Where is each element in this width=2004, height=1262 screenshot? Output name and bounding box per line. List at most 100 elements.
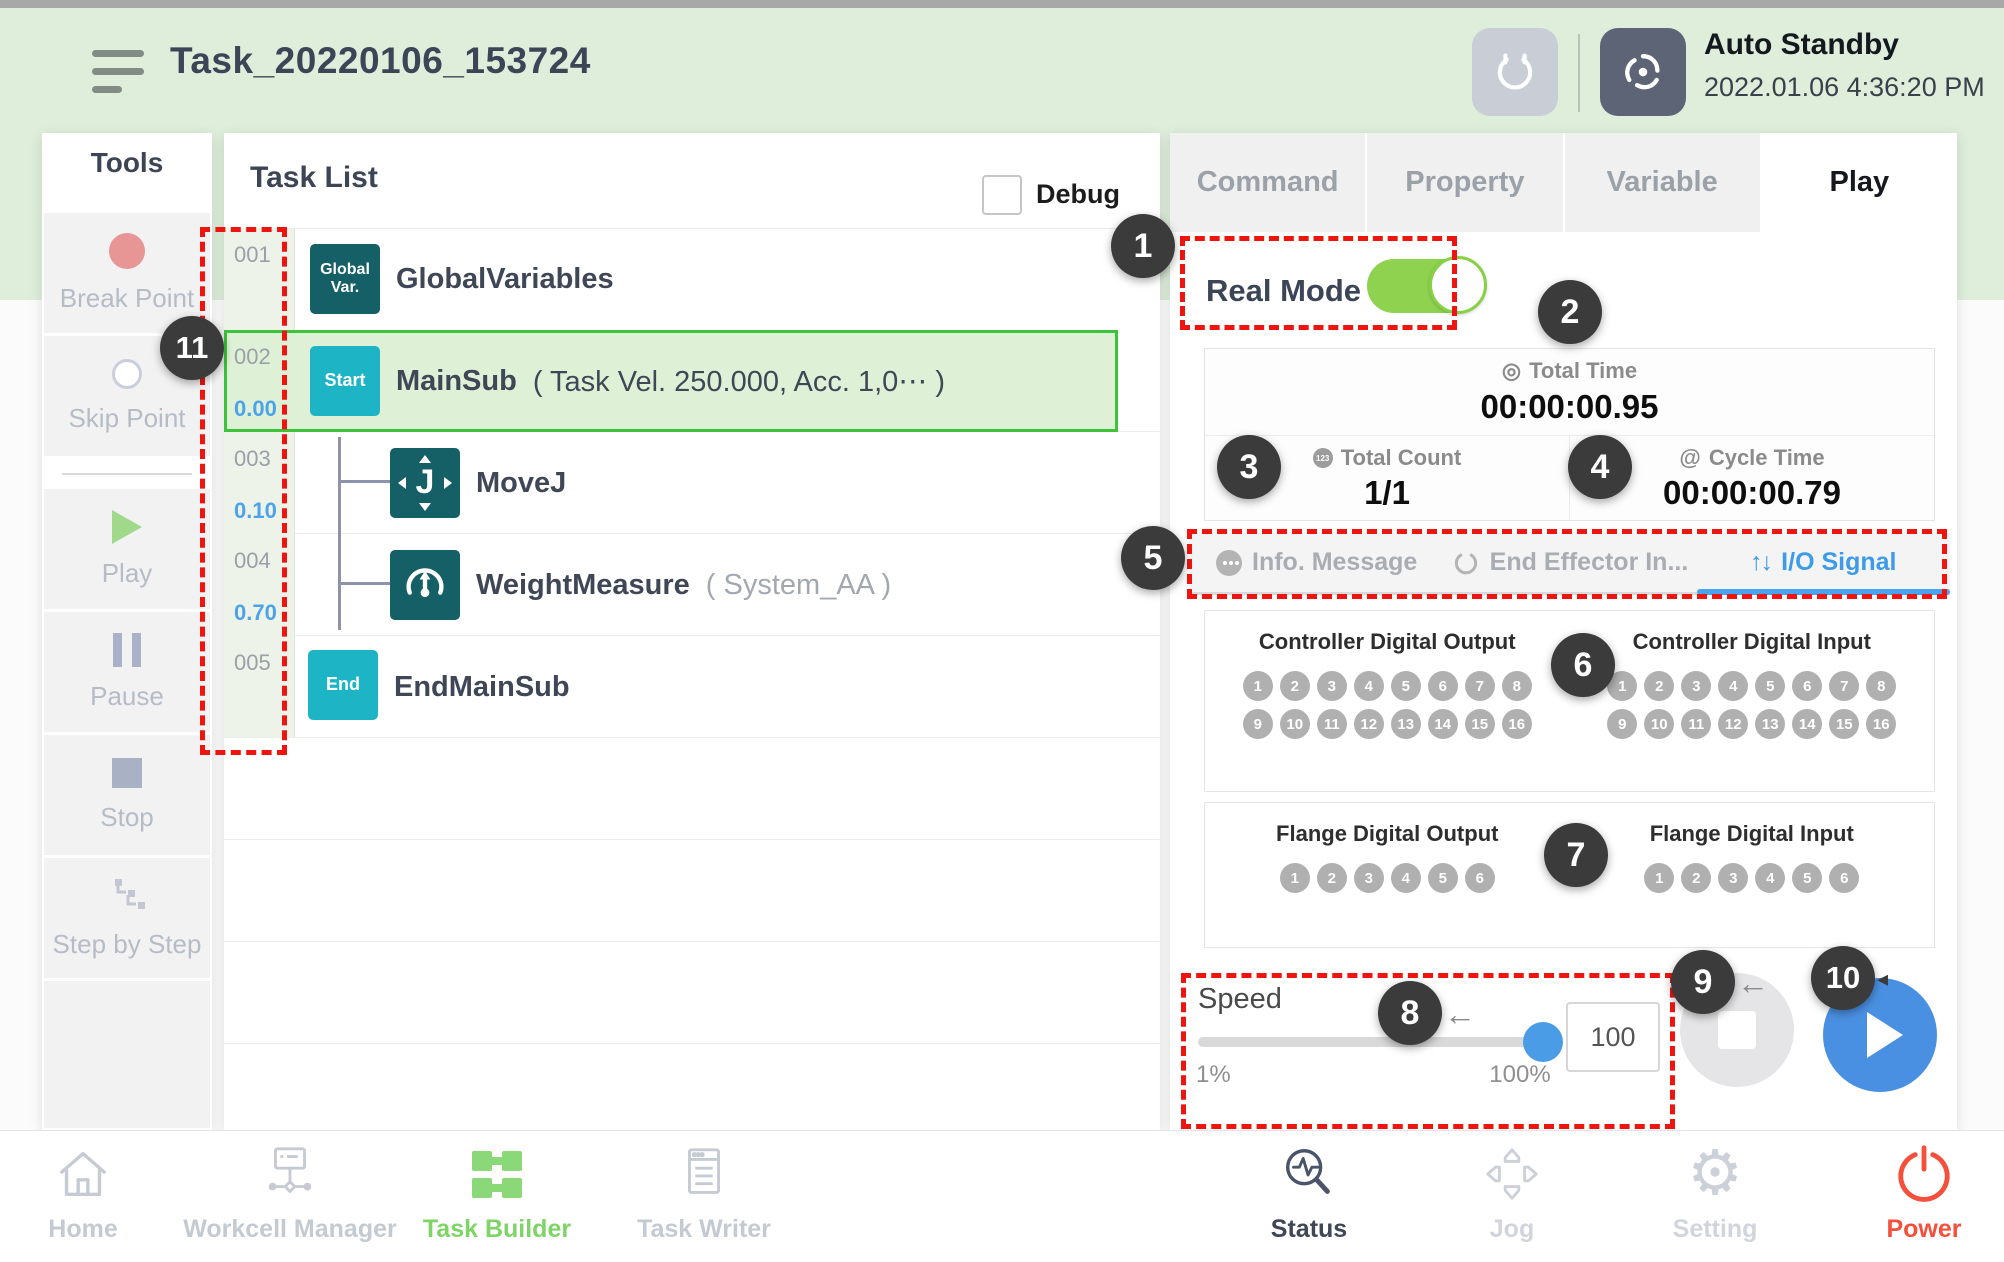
- io-dot-1: 1: [1280, 863, 1310, 893]
- subtab-end-effector[interactable]: End Effector In...: [1443, 533, 1696, 592]
- total-time-cell: ◎ Total Time 00:00:00.95: [1205, 349, 1934, 436]
- nav-power[interactable]: Power: [1804, 1141, 2004, 1244]
- io-dot-1: 1: [1607, 671, 1637, 701]
- gauge-icon: [401, 561, 449, 609]
- datetime-label: 2022.01.06 4:36:20 PM: [1704, 72, 1985, 103]
- tab-property[interactable]: Property: [1367, 133, 1564, 232]
- task-row[interactable]: EndMainSub: [394, 636, 570, 738]
- start-icon[interactable]: Start: [310, 346, 380, 416]
- nav-label: Home: [48, 1215, 117, 1244]
- io-dot-7: 7: [1465, 671, 1495, 701]
- play-triangle-icon: [1867, 1012, 1903, 1058]
- io-dot-14: 14: [1428, 709, 1458, 739]
- pause-tool-button[interactable]: Pause: [44, 612, 210, 732]
- servo-gripper-icon[interactable]: [1472, 28, 1558, 116]
- io-dot-5: 5: [1792, 863, 1822, 893]
- line-number: 004: [234, 548, 295, 574]
- total-time-label: Total Time: [1529, 358, 1637, 384]
- nav-setting[interactable]: ⚙ Setting: [1595, 1141, 1835, 1244]
- tab-command[interactable]: Command: [1170, 133, 1367, 232]
- speed-slider-knob[interactable]: [1523, 1022, 1563, 1062]
- task-row[interactable]: WeightMeasure ( System_AA ): [476, 534, 891, 636]
- movej-icon[interactable]: J: [390, 448, 460, 518]
- total-count-icon: 123: [1313, 448, 1333, 468]
- robot-mode-icon[interactable]: [1600, 28, 1686, 116]
- debug-checkbox[interactable]: [982, 175, 1022, 215]
- command-name: GlobalVariables: [396, 263, 614, 296]
- weight-measure-icon[interactable]: [390, 550, 460, 620]
- speed-label: Speed: [1198, 983, 1282, 1016]
- task-row[interactable]: MoveJ: [476, 432, 566, 534]
- step-by-step-button[interactable]: Step by Step: [44, 858, 210, 978]
- io-dot-4: 4: [1718, 671, 1748, 701]
- io-dot-15: 15: [1465, 709, 1495, 739]
- tab-play[interactable]: Play: [1762, 133, 1957, 232]
- flange-input-dots: 123456: [1606, 863, 1898, 893]
- nav-workcell-manager[interactable]: Workcell Manager: [170, 1141, 410, 1244]
- io-dot-4: 4: [1391, 863, 1421, 893]
- robot-state-label: Auto Standby: [1704, 28, 1985, 62]
- nav-label: Workcell Manager: [183, 1215, 397, 1244]
- io-dot-2: 2: [1280, 671, 1310, 701]
- screen: Task_20220106_153724 Auto Standby 2022.0…: [0, 0, 2004, 1262]
- workcell-manager-icon: [259, 1141, 321, 1207]
- subtab-info-message[interactable]: Info. Message: [1190, 533, 1443, 592]
- skip-point-icon: [112, 359, 142, 389]
- global-variables-icon[interactable]: Global Var.: [310, 244, 380, 314]
- pause-label: Pause: [90, 681, 164, 712]
- io-dot-12: 12: [1354, 709, 1384, 739]
- nav-task-writer[interactable]: Task Writer: [584, 1141, 824, 1244]
- play-label: Play: [102, 558, 153, 589]
- line-number: 002: [234, 344, 295, 370]
- stop-label: Stop: [100, 802, 154, 833]
- play-stop-button[interactable]: [1680, 973, 1794, 1087]
- line-number-cell: 001: [224, 228, 295, 330]
- io-dot-10: 10: [1644, 709, 1674, 739]
- task-writer-icon: [673, 1141, 735, 1207]
- task-row-selected[interactable]: MainSub ( Task Vel. 250.000, Acc. 1,0⋯ ): [396, 330, 945, 432]
- play-tool-button[interactable]: Play: [44, 489, 210, 609]
- total-count-cell: 123 Total Count 1/1: [1205, 436, 1570, 521]
- io-signal-icon: ↑↓: [1750, 548, 1771, 577]
- end-icon[interactable]: End: [308, 650, 378, 720]
- robot-status: Auto Standby 2022.01.06 4:36:20 PM: [1704, 28, 1985, 103]
- task-list-title: Task List: [250, 161, 378, 195]
- tools-divider: [62, 473, 192, 475]
- break-point-button[interactable]: Break Point: [44, 213, 210, 333]
- speed-slider-track[interactable]: [1198, 1037, 1543, 1047]
- row-divider: [224, 941, 1160, 942]
- io-dot-12: 12: [1718, 709, 1748, 739]
- hamburger-menu-icon[interactable]: [92, 50, 148, 96]
- io-dot-7: 7: [1829, 671, 1859, 701]
- io-dot-14: 14: [1792, 709, 1822, 739]
- total-count-label: Total Count: [1341, 445, 1462, 471]
- speed-value-input[interactable]: 100: [1566, 1002, 1660, 1072]
- subtab-label: End Effector In...: [1490, 548, 1689, 577]
- command-name: WeightMeasure: [476, 569, 690, 602]
- cycle-time-label: Cycle Time: [1709, 445, 1825, 471]
- nav-task-builder[interactable]: Task Builder: [377, 1141, 617, 1244]
- io-dot-6: 6: [1792, 671, 1822, 701]
- task-row[interactable]: GlobalVariables: [396, 228, 614, 330]
- subtab-label: I/O Signal: [1781, 548, 1896, 577]
- row-divider: [224, 1043, 1160, 1044]
- io-dot-3: 3: [1718, 863, 1748, 893]
- skip-point-button[interactable]: Skip Point: [44, 336, 210, 456]
- real-mode-toggle[interactable]: [1367, 259, 1479, 313]
- speed-min-label: 1%: [1196, 1061, 1231, 1089]
- task-list-panel: Task List Debug 001 002 0.00 003 0.10 00…: [224, 133, 1160, 1130]
- io-dot-2: 2: [1317, 863, 1347, 893]
- total-time-icon: ◎: [1502, 358, 1521, 384]
- io-dot-10: 10: [1280, 709, 1310, 739]
- bottom-navigation: Home Workcell Manager Task Builder: [0, 1130, 2004, 1262]
- line-number-cell: 003 0.10: [224, 432, 295, 534]
- io-dot-6: 6: [1465, 863, 1495, 893]
- stop-tool-button[interactable]: Stop: [44, 735, 210, 855]
- play-start-button[interactable]: [1823, 978, 1937, 1092]
- tab-variable[interactable]: Variable: [1565, 133, 1762, 232]
- window-top-strip: [0, 0, 2004, 8]
- nav-label: Task Builder: [423, 1215, 571, 1244]
- io-dot-4: 4: [1755, 863, 1785, 893]
- subtab-io-signal[interactable]: ↑↓ I/O Signal: [1697, 533, 1950, 592]
- line-number-cell: 004 0.70: [224, 534, 295, 636]
